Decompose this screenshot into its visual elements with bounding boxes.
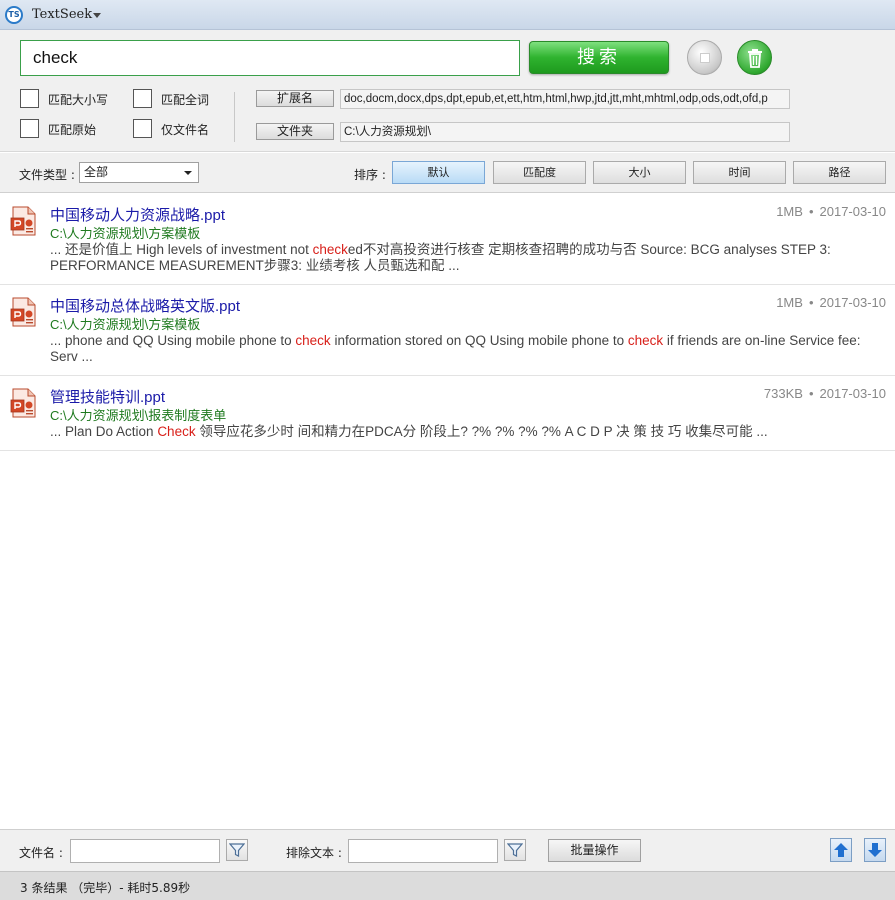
sort-relevance-button[interactable]: 匹配度	[493, 161, 586, 184]
snippet-text: 领导应花多少时 间和精力在PDCA分 阶段上? ?% ?% ?% ?% A C …	[195, 424, 768, 439]
exclude-text-input[interactable]	[348, 839, 498, 863]
filter-sort-bar: 文件类型 : 全部 排序 : 默认 匹配度 大小 时间 路径	[0, 153, 895, 193]
ppt-file-icon	[10, 297, 36, 327]
result-path[interactable]: C:\人力资源规划\方案模板	[50, 223, 200, 242]
snippet-text: ... 还是价值上 High levels of investment not	[50, 242, 313, 257]
exclude-filter-button[interactable]	[504, 839, 526, 861]
file-type-select[interactable]: 全部	[79, 162, 199, 183]
result-size: 1MB	[776, 295, 803, 310]
batch-operation-button[interactable]: 批量操作	[548, 839, 641, 862]
sort-path-button[interactable]: 路径	[793, 161, 886, 184]
snippet-highlight: check	[627, 333, 664, 348]
sort-time-button[interactable]: 时间	[693, 161, 786, 184]
whole-word-label: 匹配全词	[161, 93, 210, 107]
match-case-checkbox[interactable]	[20, 89, 39, 108]
match-original-label: 匹配原始	[48, 123, 97, 137]
result-title[interactable]: 中国移动总体战略英文版.ppt	[50, 295, 240, 316]
result-snippet: ... Plan Do Action Check 领导应花多少时 间和精力在PD…	[50, 424, 880, 440]
snippet-highlight: check	[312, 242, 348, 257]
stop-icon	[700, 53, 710, 63]
extensions-field[interactable]: doc,docm,docx,dps,dpt,epub,et,ett,htm,ht…	[340, 89, 790, 109]
funnel-icon	[229, 843, 245, 857]
options-divider	[234, 92, 235, 142]
filename-filter-input[interactable]	[70, 839, 220, 863]
result-item[interactable]: 中国移动人力资源战略.ppt 1MB • 2017-03-10 C:\人力资源规划\…	[0, 194, 895, 285]
bottom-toolbar: 文件名 : 排除文本 : 批量操作	[0, 829, 895, 871]
results-list: 中国移动人力资源战略.ppt 1MB • 2017-03-10 C:\人力资源规划\…	[0, 194, 895, 828]
scroll-up-button[interactable]	[830, 838, 852, 862]
app-logo-icon: TS	[5, 6, 23, 24]
sort-default-button[interactable]: 默认	[392, 161, 485, 184]
snippet-text: ... Plan Do Action	[50, 424, 158, 439]
funnel-icon	[507, 843, 523, 857]
result-item[interactable]: 中国移动总体战略英文版.ppt 1MB • 2017-03-10 C:\人力资源规划…	[0, 285, 895, 376]
arrow-down-icon	[868, 843, 882, 857]
result-path[interactable]: C:\人力资源规划\方案模板	[50, 314, 200, 333]
snippet-highlight: check	[295, 333, 331, 348]
ppt-file-icon	[10, 206, 36, 236]
clear-button[interactable]	[737, 40, 772, 75]
snippet-text: ... phone and QQ Using mobile phone to	[50, 333, 296, 348]
scroll-down-button[interactable]	[864, 838, 886, 862]
match-case-label: 匹配大小写	[48, 93, 109, 107]
meta-separator: •	[808, 204, 814, 219]
folder-button[interactable]: 文件夹	[256, 123, 334, 140]
snippet-text: information stored on QQ Using mobile ph…	[330, 333, 628, 348]
file-type-value: 全部	[84, 165, 109, 179]
app-title[interactable]: TextSeek	[32, 7, 92, 22]
result-meta: 1MB • 2017-03-10	[776, 204, 886, 219]
search-input[interactable]	[20, 40, 520, 76]
trash-icon	[748, 49, 762, 68]
filename-only-checkbox[interactable]	[133, 119, 152, 138]
result-item[interactable]: 管理技能特训.ppt 733KB • 2017-03-10 C:\人力资源规划\报表…	[0, 376, 895, 451]
folder-field[interactable]: C:\人力资源规划\	[340, 122, 790, 142]
result-size: 733KB	[763, 386, 803, 401]
result-meta: 1MB • 2017-03-10	[776, 295, 886, 310]
filename-filter-label: 文件名 :	[19, 846, 63, 860]
sort-size-button[interactable]: 大小	[593, 161, 686, 184]
chevron-down-icon	[184, 171, 192, 175]
result-snippet: ... phone and QQ Using mobile phone to c…	[50, 333, 880, 365]
result-date: 2017-03-10	[819, 295, 887, 310]
ppt-file-icon	[10, 388, 36, 418]
meta-separator: •	[808, 386, 814, 401]
status-bar: 3 条结果 （完毕）- 耗时5.89秒	[0, 871, 895, 900]
search-panel: 搜索 匹配大小写 匹配全词 匹配原始 仅文件名 扩展名 doc,docm,doc…	[0, 30, 895, 152]
app-menu-arrow-icon[interactable]	[93, 13, 101, 18]
result-path[interactable]: C:\人力资源规划\报表制度表单	[50, 405, 226, 424]
sort-label: 排序 :	[354, 168, 386, 182]
title-bar: TS TextSeek	[0, 0, 895, 30]
filename-only-label: 仅文件名	[161, 123, 210, 137]
status-text: 3 条结果 （完毕）- 耗时5.89秒	[20, 881, 191, 895]
result-size: 1MB	[776, 204, 803, 219]
filename-filter-button[interactable]	[226, 839, 248, 861]
snippet-highlight: Check	[157, 424, 196, 439]
result-meta: 733KB • 2017-03-10	[764, 386, 886, 401]
arrow-up-icon	[834, 843, 848, 857]
meta-separator: •	[808, 295, 814, 310]
result-date: 2017-03-10	[819, 204, 887, 219]
result-title[interactable]: 管理技能特训.ppt	[50, 386, 165, 407]
match-original-checkbox[interactable]	[20, 119, 39, 138]
stop-button[interactable]	[687, 40, 722, 75]
whole-word-checkbox[interactable]	[133, 89, 152, 108]
file-type-label: 文件类型 :	[19, 168, 75, 182]
result-snippet: ... 还是价值上 High levels of investment not …	[50, 242, 880, 274]
exclude-text-label: 排除文本 :	[286, 846, 342, 860]
result-title[interactable]: 中国移动人力资源战略.ppt	[50, 204, 225, 225]
search-button[interactable]: 搜索	[529, 41, 669, 74]
result-date: 2017-03-10	[819, 386, 887, 401]
extensions-button[interactable]: 扩展名	[256, 90, 334, 107]
